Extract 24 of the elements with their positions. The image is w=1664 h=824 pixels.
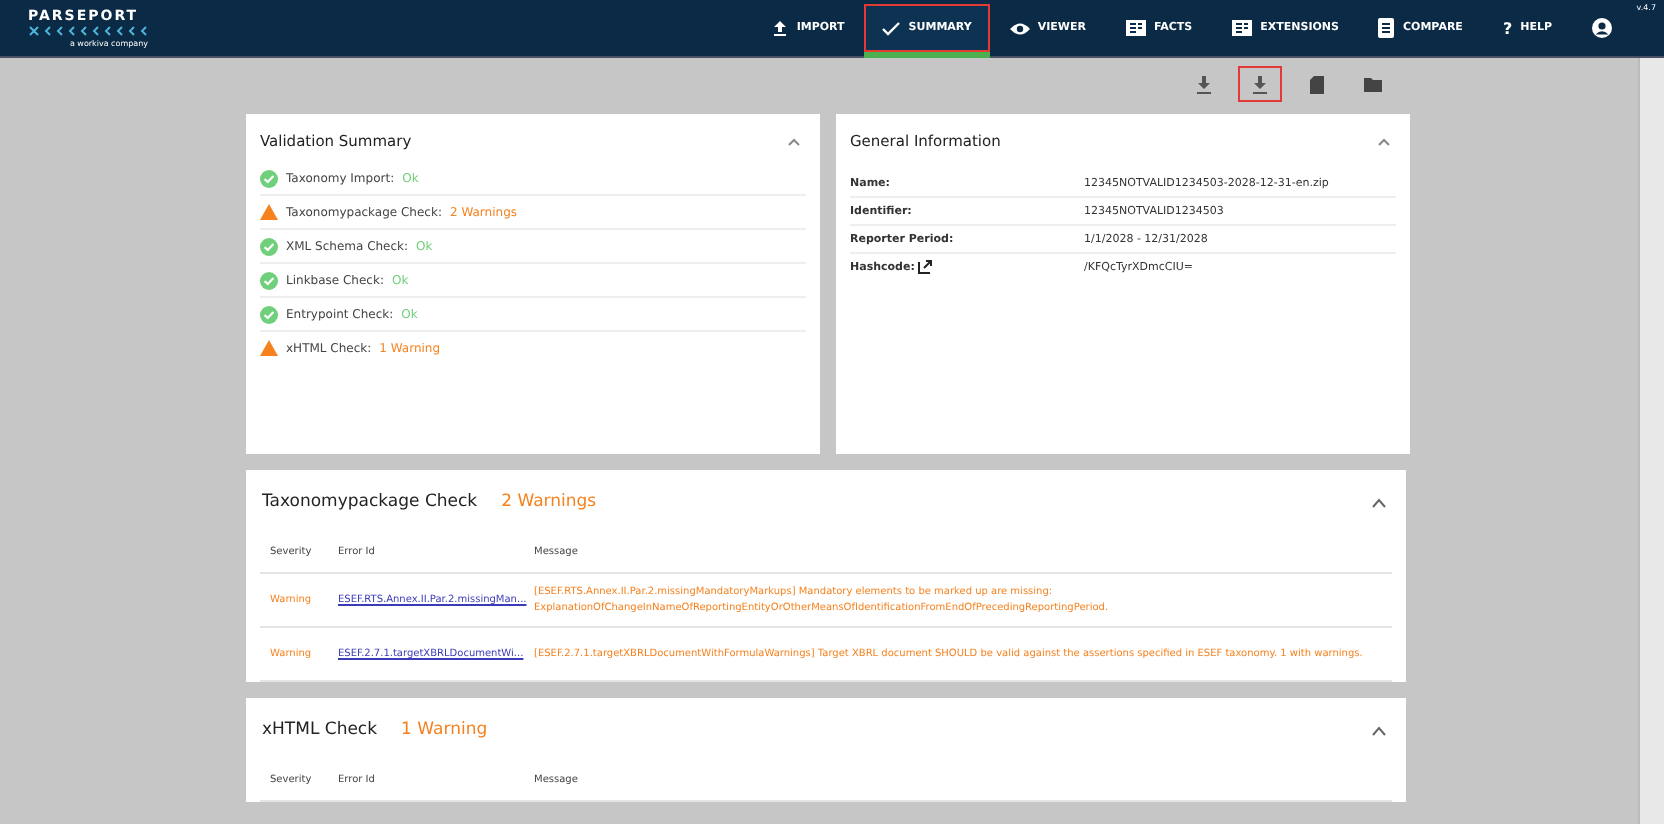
file-icon [1309, 75, 1323, 93]
download-button[interactable] [1238, 66, 1282, 102]
download-icon [1196, 75, 1212, 93]
upload-icon [772, 20, 789, 36]
table-icon [1232, 20, 1253, 36]
collapse-caret-icon[interactable] [1372, 497, 1386, 507]
card-title: Taxonomypackage Check [262, 492, 478, 512]
card-title: xHTML Check [262, 720, 378, 740]
document-icon [1378, 18, 1395, 38]
collapse-caret-icon[interactable] [1378, 137, 1390, 145]
help-icon: ? [1502, 19, 1513, 37]
warning-count: 2 Warnings [501, 492, 597, 512]
collapse-caret-icon[interactable] [1372, 725, 1386, 735]
download-icon [1252, 75, 1268, 93]
eye-icon [1009, 21, 1030, 35]
user-avatar-icon [1592, 18, 1612, 38]
external-link-icon[interactable] [918, 260, 933, 274]
warning-count: 1 Warning [401, 720, 488, 740]
table-icon [1125, 20, 1146, 36]
folder-icon [1363, 77, 1381, 91]
checkmark-icon [882, 21, 901, 35]
scrollbar[interactable] [1638, 58, 1664, 824]
collapse-caret-icon[interactable] [788, 137, 800, 145]
chevron-pattern-icon [28, 25, 148, 35]
